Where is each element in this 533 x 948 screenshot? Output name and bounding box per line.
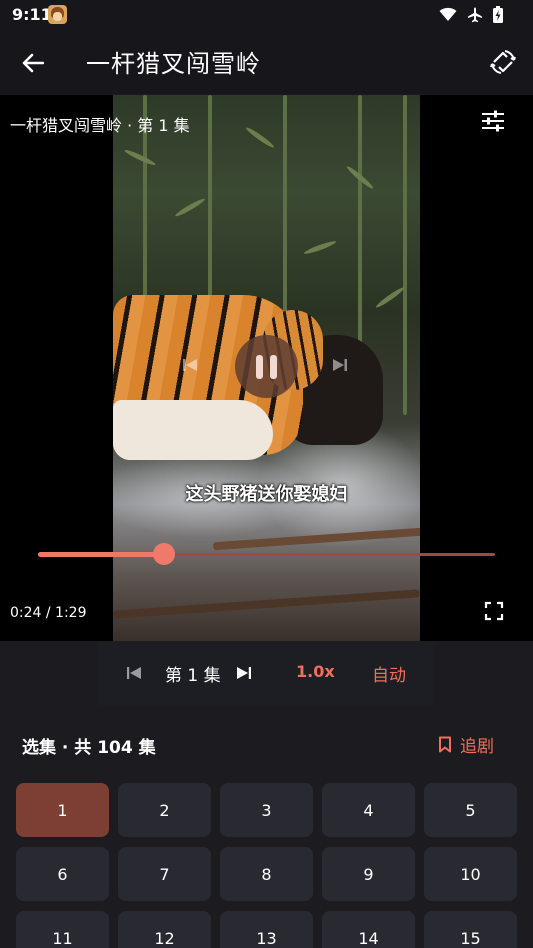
episode-tile[interactable]: 4 [322,783,415,837]
episode-tile[interactable]: 1 [16,783,109,837]
episode-panel: 选集 · 共 104 集 追剧 1 2 3 4 5 6 7 8 9 10 11 12 13 14 15 [0,705,533,948]
pause-button[interactable] [235,335,298,398]
progress-slider[interactable] [38,543,495,565]
episode-tile[interactable]: 14 [322,911,415,948]
app-bar: 一杆猎叉闯雪岭 [0,30,533,94]
back-arrow-icon [22,53,44,73]
episode-tile[interactable]: 3 [220,783,313,837]
progress-fill [38,552,165,557]
previous-episode-icon[interactable] [126,665,142,681]
status-time: 9:11 [12,5,52,24]
airplane-icon [468,7,482,22]
episode-tile[interactable]: 7 [118,847,211,901]
video-player[interactable]: 一杆猎叉闯雪岭 · 第 1 集 这头野猪送你娶媳妇 0:24 / 1:29 [0,95,533,641]
current-episode: 第 1 集 [165,666,221,686]
episode-tile[interactable]: 10 [424,847,517,901]
episode-tile[interactable]: 5 [424,783,517,837]
episode-count-header: 选集 · 共 104 集 [22,738,156,758]
app-avatar-icon [48,5,67,24]
episode-tile[interactable]: 12 [118,911,211,948]
skip-next-icon[interactable] [332,357,348,373]
fullscreen-icon [484,601,504,621]
settings-button[interactable] [481,110,509,136]
back-button[interactable] [18,48,48,78]
episode-label: 一杆猎叉闯雪岭 · 第 1 集 [10,116,190,135]
auto-play-button[interactable]: 自动 [372,661,406,686]
bookmark-icon [439,736,451,753]
rotate-icon [490,50,516,74]
episode-tile[interactable]: 15 [424,911,517,948]
episode-controls: 第 1 集 1.0x 自动 [98,641,435,705]
episode-tile[interactable]: 9 [322,847,415,901]
episode-tile[interactable]: 13 [220,911,313,948]
episode-tile[interactable]: 8 [220,847,313,901]
tune-icon [482,110,504,132]
wifi-icon [439,7,457,21]
video-subtitle: 这头野猪送你娶媳妇 [185,484,348,505]
follow-button[interactable]: 追剧 [438,732,494,757]
follow-label: 追剧 [460,737,494,757]
episode-tile[interactable]: 6 [16,847,109,901]
next-episode-icon[interactable] [236,665,252,681]
episode-tile[interactable]: 2 [118,783,211,837]
battery-icon [493,6,503,23]
rotate-button[interactable] [487,46,519,78]
progress-thumb[interactable] [153,543,176,565]
speed-button[interactable]: 1.0x [296,662,335,681]
skip-previous-icon[interactable] [182,357,198,373]
fullscreen-button[interactable] [484,601,506,623]
page-title: 一杆猎叉闯雪岭 [86,50,261,78]
time-readout: 0:24 / 1:29 [10,605,87,621]
pause-icon [256,354,263,379]
status-bar: 9:11 [0,0,533,30]
system-icons [439,6,503,23]
episode-tile[interactable]: 11 [16,911,109,948]
